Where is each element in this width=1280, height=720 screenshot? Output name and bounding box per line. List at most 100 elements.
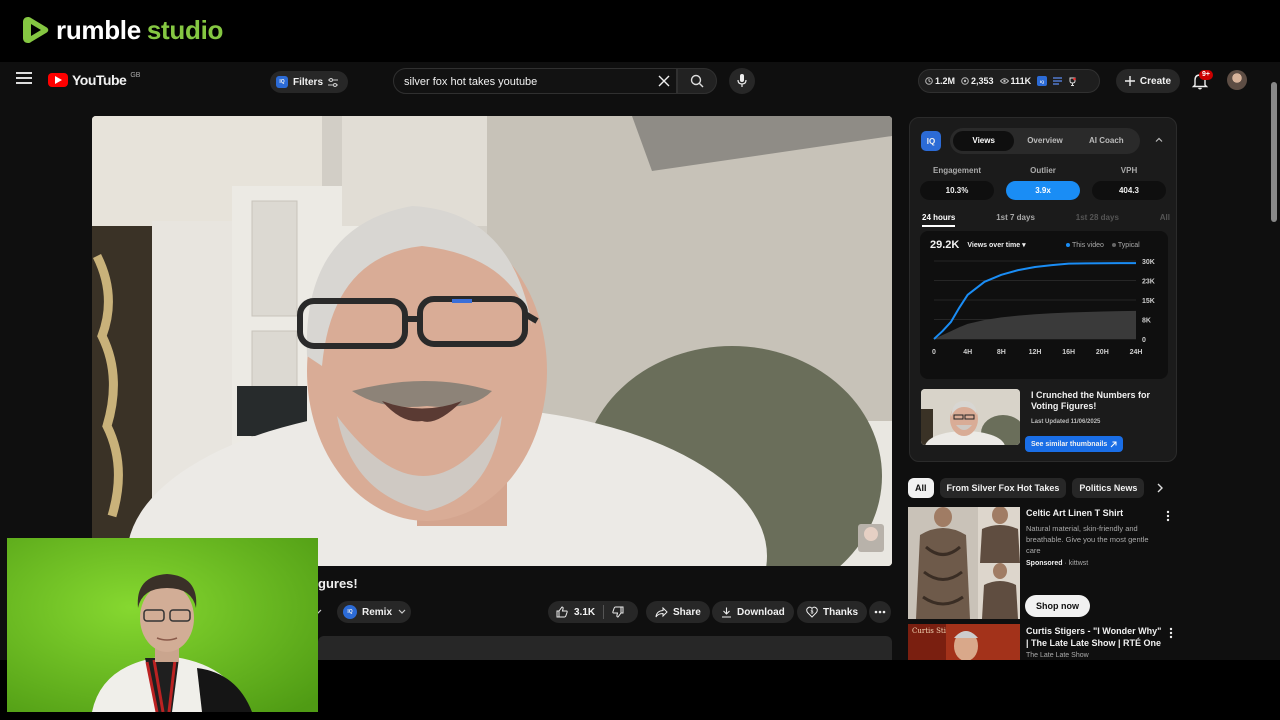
vidiq-tabs: Views Overview AI Coach: [950, 128, 1140, 154]
views-chart-card: 29.2K Views over time ▾ This video Typic…: [920, 231, 1168, 379]
x-tick-label: 24H: [1130, 349, 1143, 356]
create-button[interactable]: Create: [1116, 69, 1180, 93]
vidiq-remix-icon: IQ: [343, 605, 357, 619]
super-thanks-icon: $: [806, 606, 818, 618]
youtube-wordmark: YouTube: [72, 72, 127, 88]
outlier-label: Outlier: [1030, 166, 1056, 175]
webcam-feed: [7, 538, 318, 712]
account-avatar[interactable]: [1227, 70, 1247, 90]
share-label: Share: [673, 606, 701, 618]
shop-now-button[interactable]: Shop now: [1025, 595, 1090, 617]
typical-area: [934, 310, 1136, 339]
recommended-video-thumbnail[interactable]: Curtis Stigers: [908, 624, 1020, 660]
chart-legend: This video Typical: [1066, 242, 1140, 249]
clock-icon: [925, 77, 933, 85]
like-dislike-group: 3.1K: [548, 601, 638, 623]
trophy-icon: [1069, 77, 1076, 86]
rumble-play-icon: [23, 17, 49, 43]
advertiser-name: kittwst: [1068, 560, 1089, 567]
views-over-time-dropdown[interactable]: Views over time ▾: [967, 241, 1025, 249]
clear-search-icon[interactable]: [656, 73, 672, 89]
sponsored-label: Sponsored: [1026, 560, 1063, 567]
see-similar-thumbnails-button[interactable]: See similar thumbnails: [1025, 436, 1124, 452]
search-button[interactable]: [677, 68, 717, 94]
vidiq-video-title: I Crunched the Numbers for Voting Figure…: [1031, 390, 1151, 411]
thanks-button[interactable]: $ Thanks: [797, 601, 868, 623]
like-button[interactable]: 3.1K: [548, 601, 603, 623]
chevron-up-icon[interactable]: [1154, 135, 1164, 145]
related-filter-chips: All From Silver Fox Hot Takes Politics N…: [908, 478, 1145, 498]
kebab-menu-icon[interactable]: [1166, 626, 1176, 640]
range-24-hours[interactable]: 24 hours: [922, 213, 956, 227]
remix-button[interactable]: IQ Remix: [337, 601, 411, 623]
video-title: gures!: [318, 576, 358, 591]
kebab-menu-icon[interactable]: [1163, 509, 1173, 523]
vph-label: VPH: [1120, 166, 1138, 175]
dislike-button[interactable]: [604, 601, 632, 623]
share-button[interactable]: Share: [646, 601, 710, 623]
more-horizontal-icon: [874, 610, 886, 614]
download-label: Download: [737, 606, 785, 618]
notification-count-badge: 9+: [1199, 70, 1213, 80]
thumbs-down-icon: [612, 606, 624, 618]
channel-stats-pill[interactable]: 1.2M 2,353 111K IQ: [918, 69, 1100, 93]
hamburger-menu-icon[interactable]: [16, 72, 32, 84]
views-over-time-chart: 0 8K 15K 23K 30K 0 4H 8H 12H 16H 20H 24H: [932, 259, 1155, 356]
voice-search-button[interactable]: [729, 68, 755, 94]
search-input[interactable]: [402, 69, 656, 95]
y-tick-label: 23K: [1142, 279, 1155, 286]
chip-politics-news[interactable]: Politics News: [1072, 478, 1145, 498]
ad-title[interactable]: Celtic Art Linen T Shirt: [1026, 508, 1123, 518]
webcam-overlay: [7, 538, 318, 712]
filters-label: Filters: [293, 76, 324, 88]
chevron-right-icon[interactable]: [1153, 481, 1167, 495]
vidiq-icon: IQ: [276, 76, 288, 88]
chip-from-channel[interactable]: From Silver Fox Hot Takes: [939, 478, 1067, 498]
youtube-logo[interactable]: YouTube GB: [48, 72, 140, 88]
eye-icon: [999, 78, 1009, 84]
download-button[interactable]: Download: [712, 601, 794, 623]
rumble-studio-logo: rumble studio: [22, 14, 223, 46]
watch-stat: 111K: [999, 76, 1031, 86]
external-link-icon: [1110, 441, 1117, 447]
range-all[interactable]: All: [1160, 213, 1170, 227]
vidiq-video-thumbnail[interactable]: [921, 389, 1020, 445]
svg-text:$: $: [811, 610, 814, 616]
outlier-value: 3.9x: [1006, 181, 1080, 200]
x-tick-label: 12H: [1029, 349, 1042, 356]
microphone-icon: [737, 74, 747, 87]
range-first-7-days[interactable]: 1st 7 days: [996, 213, 1035, 227]
range-first-28-days[interactable]: 1st 28 days: [1076, 213, 1119, 227]
video-player[interactable]: [92, 116, 892, 566]
filters-button[interactable]: IQ Filters: [270, 71, 349, 93]
thumbs-up-icon: [556, 606, 568, 618]
chart-header: 29.2K Views over time ▾: [930, 239, 1026, 251]
like-count: 3.1K: [574, 606, 596, 618]
masthead: YouTube GB IQ Filters 1.2M 2,353: [0, 62, 1280, 100]
more-actions-button[interactable]: [869, 601, 891, 623]
engagement-label: Engagement: [932, 166, 981, 175]
y-tick-label: 15K: [1142, 298, 1155, 305]
tab-views[interactable]: Views: [953, 131, 1015, 151]
thanks-label: Thanks: [823, 606, 859, 618]
vidiq-badge-icon: IQ: [1037, 76, 1048, 86]
last-updated-text: Last Updated 11/06/2025: [1031, 419, 1101, 425]
recommended-channel-name[interactable]: The Late Late Show: [1026, 652, 1089, 659]
sliders-icon: [328, 77, 339, 87]
ad-image: [908, 507, 1020, 619]
scrollbar-thumb[interactable]: [1271, 82, 1277, 222]
recommended-video-title[interactable]: Curtis Stigers - "I Wonder Why" | The La…: [1026, 625, 1166, 649]
remix-label: Remix: [362, 606, 393, 618]
y-tick-label: 30K: [1142, 259, 1155, 266]
y-tick-label: 0: [1142, 337, 1146, 344]
search-bar: [393, 68, 677, 95]
vph-value: 404.3: [1092, 181, 1166, 200]
chip-all[interactable]: All: [908, 478, 934, 498]
description-box[interactable]: [318, 636, 892, 660]
x-tick-label: 16H: [1062, 349, 1075, 356]
ad-thumbnail[interactable]: [908, 507, 1020, 619]
tab-ai-coach[interactable]: AI Coach: [1076, 131, 1137, 151]
time-range-tabs: 24 hours 1st 7 days 1st 28 days All: [922, 213, 1170, 227]
page-scrollbar[interactable]: [1269, 62, 1280, 660]
tab-overview[interactable]: Overview: [1014, 131, 1075, 151]
